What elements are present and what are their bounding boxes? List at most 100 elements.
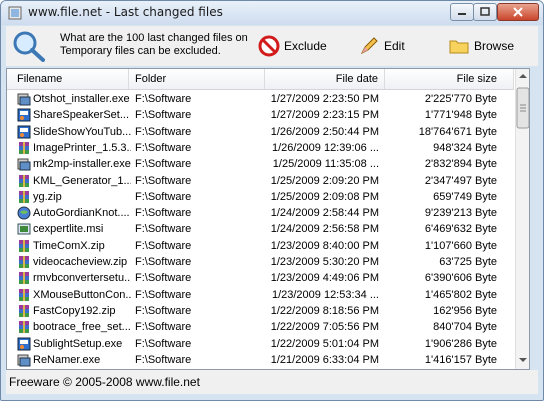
table-row[interactable]: videocacheview.zip F:\Software 1/23/2009 5… — [7, 254, 514, 270]
file-setup-icon — [17, 108, 31, 122]
file-archive-icon — [19, 288, 29, 301]
pencil-icon — [360, 37, 378, 55]
cell-folder: F:\Software — [135, 109, 192, 122]
cell-filename: mk2mp-installer.exe — [33, 158, 131, 171]
cell-folder: F:\Software — [135, 256, 192, 268]
maximize-button[interactable] — [473, 3, 497, 21]
table-row[interactable]: ImagePrinter_1.5.3... F:\Software 1/26/200… — [7, 140, 514, 156]
file-archive-icon — [19, 174, 29, 187]
column-filename[interactable]: Filename — [7, 69, 129, 89]
cell-folder: F:\Software — [135, 304, 192, 317]
cell-file-date: 1/22/2009 8:18:56 PM — [270, 304, 379, 317]
cell-filename: SublightSetup.exe — [33, 337, 123, 350]
scroll-up-icon — [519, 74, 527, 78]
close-button[interactable] — [497, 3, 539, 21]
cell-file-date: 1/27/2009 2:23:15 PM — [270, 109, 379, 122]
cell-folder: F:\Software — [135, 158, 192, 171]
cell-file-size: 2'225'770 Byte — [424, 93, 497, 105]
cell-folder: F:\Software — [135, 207, 192, 220]
cell-folder: F:\Software — [135, 272, 192, 285]
cell-filename: TimeComX.zip — [33, 239, 105, 252]
cell-file-date: 1/26/2009 2:50:44 PM — [270, 125, 379, 138]
cell-filename: yg.zip — [33, 190, 62, 203]
cell-file-size: 2'347'497 Byte — [424, 174, 497, 187]
cell-file-size: 18'764'671 Byte — [418, 125, 497, 138]
status-text: Freeware © 2005-2008 www.file.net — [9, 375, 200, 389]
column-folder[interactable]: Folder — [129, 69, 265, 89]
edit-button[interactable]: Edit — [358, 35, 414, 57]
cell-file-date: 1/27/2009 2:23:50 PM — [270, 93, 379, 105]
file-archive-icon — [19, 304, 29, 317]
cell-file-size: 9'239'213 Byte — [424, 207, 497, 220]
cell-file-size: 1'906'286 Byte — [424, 337, 497, 350]
table-row[interactable]: SlideShowYouTub... F:\Software 1/26/2009 2… — [7, 124, 514, 140]
cell-file-date: 1/22/2009 5:01:04 PM — [270, 337, 379, 350]
table-row[interactable]: ReNamer.exe F:\Software 1/21/2009 6:33:04 … — [7, 352, 514, 368]
cell-filename: FastCopy192.zip — [33, 304, 116, 317]
list-rows: Otshot_installer.exe F:\Software 1/27/2009… — [7, 90, 514, 369]
browse-label: Browse — [474, 39, 515, 53]
file-list[interactable]: Filename Folder File date File size Otsh… — [6, 68, 530, 370]
cell-file-size: 840'704 Byte — [433, 321, 497, 334]
table-row[interactable]: TimeComX.zip F:\Software 1/23/2009 8:40:00… — [7, 238, 514, 254]
column-file-date[interactable]: File date — [265, 69, 385, 89]
cell-folder: F:\Software — [135, 353, 192, 366]
column-file-size[interactable]: File size — [385, 69, 514, 89]
query-line-1: What are the 100 last changed files on y — [60, 32, 250, 44]
vertical-scrollbar[interactable] — [515, 69, 529, 369]
main-window: www.file.net - Last changed files What a… — [0, 0, 544, 401]
cell-file-date: 1/23/2009 8:40:00 PM — [270, 239, 379, 252]
cell-folder: F:\Software — [135, 239, 192, 252]
cell-folder: F:\Software — [135, 337, 192, 350]
file-msi-icon — [17, 223, 31, 235]
cell-file-date: 1/21/2009 6:33:04 PM — [270, 353, 379, 366]
cell-filename: SlideShowYouTub... — [33, 125, 131, 138]
table-row[interactable]: yg.zip F:\Software 1/25/2009 2:09:08 PM 659… — [7, 189, 514, 205]
browse-button[interactable]: Browse — [448, 35, 528, 57]
cell-filename: AutoGordianKnot.... — [33, 207, 130, 220]
query-line-2: Temporary files can be excluded. — [60, 45, 221, 57]
cell-file-date: 1/23/2009 12:53:34 ... — [271, 288, 379, 301]
window-title: www.file.net - Last changed files — [28, 5, 223, 19]
file-archive-icon — [19, 239, 29, 252]
cell-file-size: 63'725 Byte — [439, 256, 497, 268]
table-row[interactable]: mk2mp-installer.exe F:\Software 1/25/2009 … — [7, 156, 514, 172]
exclude-button[interactable]: Exclude — [258, 35, 338, 57]
table-row[interactable]: rmvbconvertersetu... F:\Software 1/23/2009… — [7, 270, 514, 286]
minimize-button[interactable] — [450, 3, 474, 21]
cell-file-size: 1'416'157 Byte — [424, 353, 497, 366]
cell-file-date: 1/25/2009 2:09:08 PM — [270, 190, 379, 203]
cell-filename: rmvbconvertersetu... — [33, 272, 131, 285]
scroll-down-icon — [519, 358, 527, 362]
table-row[interactable]: AutoGordianKnot.... F:\Software 1/24/2009 … — [7, 205, 514, 221]
table-row[interactable]: FastCopy192.zip F:\Software 1/22/2009 8:18… — [7, 303, 514, 319]
app-icon — [8, 6, 22, 20]
cell-file-date: 1/24/2009 2:56:58 PM — [270, 223, 379, 236]
cell-folder: F:\Software — [135, 174, 192, 187]
cell-file-date: 1/25/2009 11:35:08 ... — [272, 158, 379, 171]
file-installer-icon — [17, 354, 31, 367]
list-header: Filename Folder File date File size — [7, 69, 514, 90]
file-installer-icon — [17, 158, 31, 171]
cell-filename: KML_Generator_1... — [33, 174, 131, 187]
table-row[interactable]: cexpertlite.msi F:\Software 1/24/2009 2:56… — [7, 221, 514, 237]
cell-file-size: 2'832'894 Byte — [424, 158, 497, 171]
table-row[interactable]: bootrace_free_set... F:\Software 1/22/2009… — [7, 319, 514, 335]
cell-file-date: 1/23/2009 4:49:06 PM — [270, 272, 379, 285]
table-row[interactable]: SublightSetup.exe F:\Software 1/22/2009 5:… — [7, 336, 514, 352]
title-bar[interactable]: www.file.net - Last changed files — [1, 1, 543, 25]
cell-file-date: 1/23/2009 5:30:20 PM — [270, 256, 379, 268]
cell-file-date: 1/22/2009 7:05:56 PM — [270, 321, 379, 334]
table-row[interactable]: ShareSpeakerSet... F:\Software 1/27/2009 2… — [7, 107, 514, 123]
file-archive-icon — [19, 190, 29, 203]
table-row[interactable]: XMouseButtonCon... F:\Software 1/23/2009 1… — [7, 287, 514, 303]
no-entry-icon — [258, 35, 280, 57]
cell-file-date: 1/24/2009 2:58:44 PM — [270, 207, 379, 220]
cell-file-size: 6'390'606 Byte — [424, 272, 497, 285]
cell-file-size: 6'469'632 Byte — [424, 223, 497, 236]
table-row[interactable]: KML_Generator_1... F:\Software 1/25/2009 2… — [7, 173, 514, 189]
file-globe-icon — [17, 206, 31, 220]
table-row[interactable]: Otshot_installer.exe F:\Software 1/27/2009… — [7, 91, 514, 107]
file-setup-icon — [17, 337, 31, 350]
status-bar: Freeware © 2005-2008 www.file.net — [6, 370, 538, 394]
